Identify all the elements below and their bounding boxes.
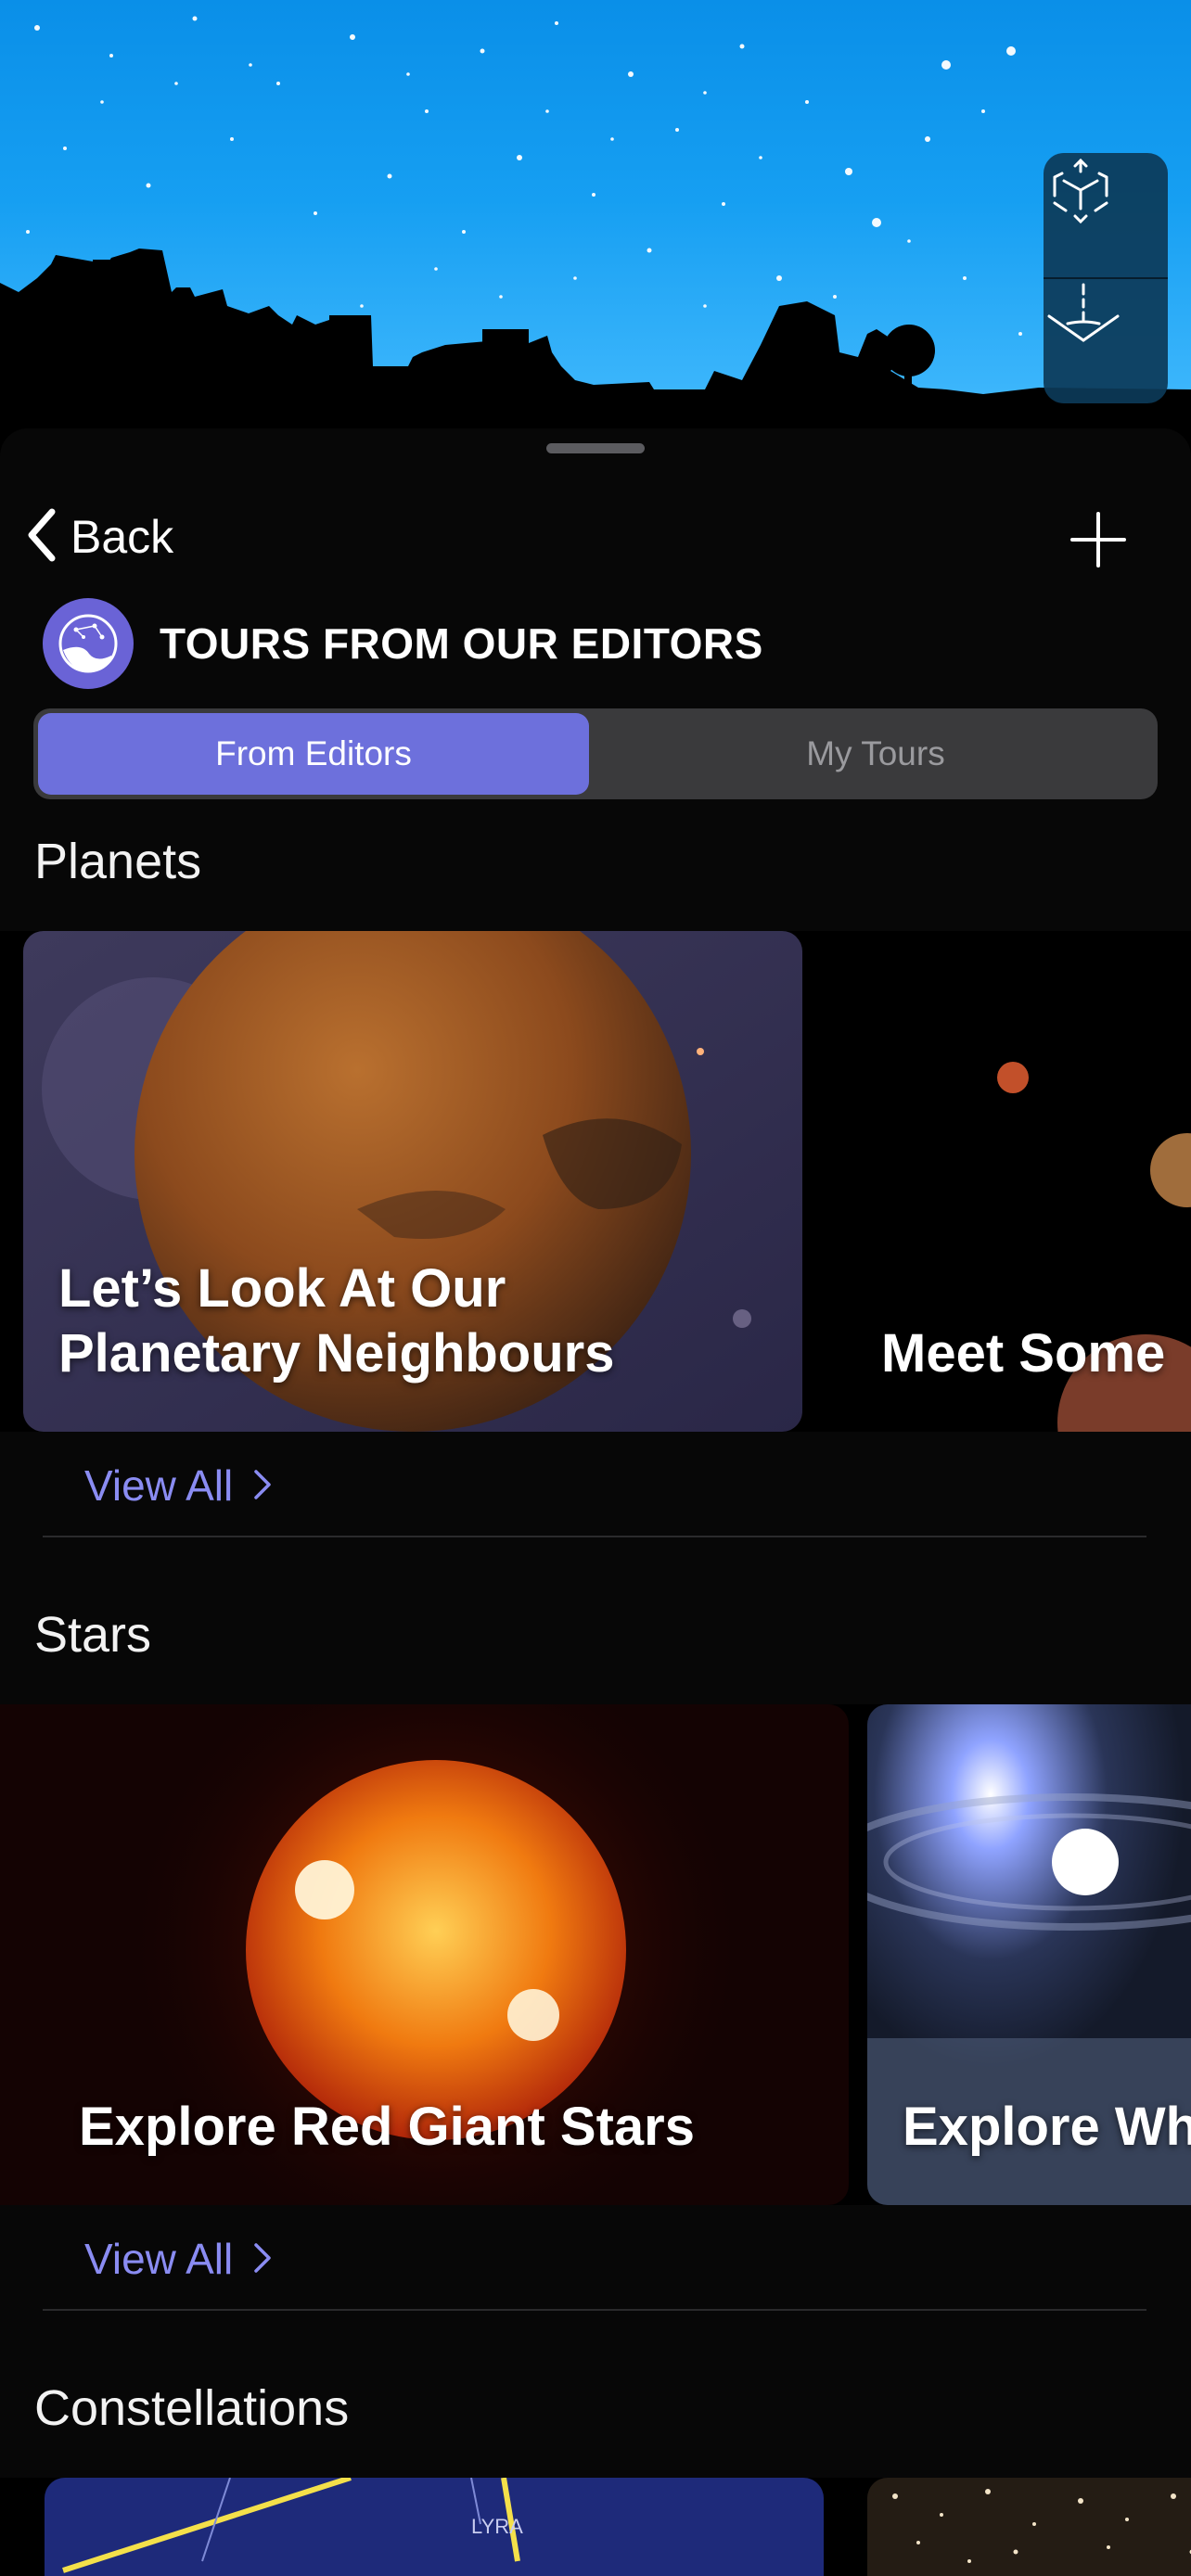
tour-card-constellation[interactable]: LYRA [45,2478,824,2576]
lyra-constellation-image: LYRA [45,2478,824,2576]
divider [43,1536,1146,1537]
plus-icon [1067,512,1130,575]
tour-card-explore-white[interactable]: Explore Wh [867,1704,1191,2205]
tour-card-red-giant-stars[interactable]: Explore Red Giant Stars [0,1704,849,2205]
page-title-row: TOURS FROM OUR EDITORS [43,597,763,690]
sheet-grabber[interactable] [546,443,645,453]
add-tour-button[interactable] [1067,508,1130,571]
stars-carousel[interactable]: Explore Red Giant Stars Explore Wh [0,1704,1191,2205]
back-button[interactable]: Back [26,504,173,569]
tour-card-title: Explore Red Giant Stars [79,2097,695,2158]
star-cluster-image [867,2478,1191,2576]
tour-card-meet-some[interactable]: Meet Some [821,931,1191,1432]
tours-badge-icon [43,598,134,689]
tour-card-title: Explore Wh [903,2097,1191,2158]
section-title-planets: Planets [34,834,202,889]
divider [43,2309,1146,2311]
tab-my-tours[interactable]: My Tours [597,713,1154,795]
horizon-button[interactable] [1044,279,1168,403]
back-label: Back [70,511,174,563]
section-title-constellations: Constellations [34,2380,350,2436]
chevron-right-icon [233,2234,272,2284]
tours-segmented-control: From Editors My Tours [33,708,1158,799]
view-all-label: View All [84,2235,234,2283]
sky-view[interactable] [0,0,1191,445]
chevron-right-icon [233,1460,272,1511]
constellations-carousel[interactable]: LYRA [0,2478,1191,2576]
tour-card-planetary-neighbours[interactable]: Let’s Look At Our Planetary Neighbours [23,931,802,1432]
tour-card-title: Let’s Look At Our Planetary Neighbours [58,1257,615,1384]
section-title-stars: Stars [34,1607,152,1663]
view-all-stars-link[interactable]: View All [84,2229,272,2289]
ar-controls [1044,153,1168,403]
tab-from-editors[interactable]: From Editors [38,713,589,795]
constellation-label: LYRA [471,2515,523,2538]
view-all-planets-link[interactable]: View All [84,1456,272,1515]
page-title: TOURS FROM OUR EDITORS [160,619,763,668]
sky-scene [0,16,1191,445]
tour-card-title: Meet Some [881,1323,1166,1384]
tours-sheet: Back TOURS FROM OUR EDITORS From Editors… [0,428,1191,2576]
ar-mode-button[interactable] [1044,153,1168,277]
tour-card-star-cluster[interactable] [867,2478,1191,2576]
view-all-label: View All [84,1461,234,1510]
chevron-left-icon [26,508,58,567]
planets-carousel[interactable]: Let’s Look At Our Planetary Neighbours M… [0,931,1191,1432]
